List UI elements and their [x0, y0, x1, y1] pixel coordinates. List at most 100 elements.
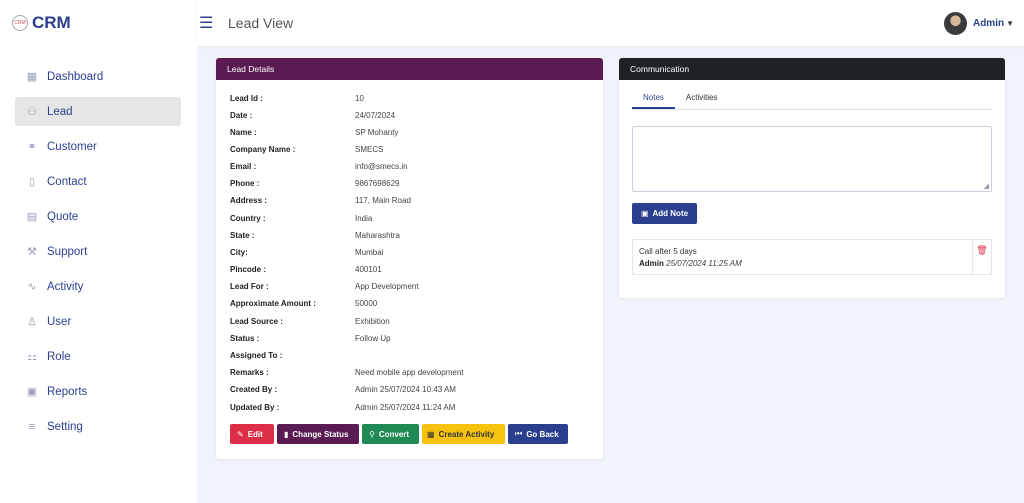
communication-header: Communication [619, 58, 1005, 80]
edit-button[interactable]: ✎ Edit [230, 424, 274, 444]
create-activity-button[interactable]: ▦ Create Activity [422, 424, 505, 444]
edit-button-label: Edit [247, 429, 263, 439]
user-menu[interactable]: Admin ▼ [943, 12, 1014, 35]
detail-row-lead-source: Lead Source : Exhibition [230, 317, 390, 329]
sidebar: CRM CRM ▦ Dashboard ⚇ Lead ⚭ Customer ▯ … [0, 0, 197, 503]
user-name: Admin [972, 18, 1005, 29]
detail-label: Date : [230, 111, 253, 120]
communication-tabs: Notes Activities [632, 88, 992, 110]
edit-icon: ✎ [237, 429, 244, 439]
detail-row-pincode: Pincode : 400101 [230, 265, 382, 277]
detail-label: Lead Id : [230, 94, 263, 103]
detail-value: 117, Main Road [355, 196, 411, 205]
people-icon: ⚭ [27, 141, 37, 153]
sidebar-item-contact[interactable]: ▯ Contact [15, 167, 181, 196]
sidebar-item-label: Activity [47, 280, 84, 293]
calendar-icon: ▦ [427, 429, 435, 439]
tools-icon: ⚒ [27, 246, 37, 258]
detail-label: Pincode : [230, 265, 267, 274]
sidebar-item-label: Support [47, 245, 88, 258]
detail-value: Follow Up [355, 334, 391, 343]
sidebar-item-customer[interactable]: ⚭ Customer [15, 132, 181, 161]
detail-label: Name : [230, 128, 257, 137]
add-note-button[interactable]: ▣ Add Note [632, 203, 697, 224]
detail-label: Lead Source : [230, 317, 283, 326]
sidebar-item-user[interactable]: ♙ User [15, 307, 181, 336]
detail-label: State : [230, 231, 255, 240]
tab-activities[interactable]: Activities [675, 88, 729, 109]
sidebar-item-setting[interactable]: ≡ Setting [15, 412, 181, 441]
convert-button[interactable]: ⚲ Convert [362, 424, 419, 444]
note-body: Call after 5 days Admin 25/07/2024 11:25… [633, 240, 972, 274]
note-author: Admin [639, 259, 664, 268]
user-icon: ♙ [27, 316, 37, 328]
detail-row-remarks: Remarks : Need mobile app development [230, 368, 464, 380]
convert-button-label: Convert [378, 429, 410, 439]
bar-chart-icon: ▮ [284, 429, 289, 439]
grid-icon: ▦ [26, 71, 38, 83]
detail-value: 9867698629 [355, 179, 400, 188]
list-icon: ≡ [28, 420, 36, 433]
change-status-button-label: Change Status [292, 429, 349, 439]
sidebar-item-activity[interactable]: ∿ Activity [15, 272, 181, 301]
rewind-icon: ⏮ [515, 429, 523, 438]
sidebar-item-lead[interactable]: ⚇ Lead [15, 97, 181, 126]
detail-value: Need mobile app development [355, 368, 464, 377]
sidebar-item-label: Lead [47, 105, 73, 118]
sidebar-item-label: Customer [47, 140, 97, 153]
sidebar-item-label: Quote [47, 210, 79, 223]
sidebar-item-dashboard[interactable]: ▦ Dashboard [15, 62, 181, 91]
detail-value: App Development [355, 282, 419, 291]
menu-toggle-icon[interactable]: ☰ [199, 13, 217, 33]
detail-label: Remarks : [230, 368, 269, 377]
detail-row-phone: Phone : 9867698629 [230, 179, 400, 191]
go-back-button[interactable]: ⏮ Go Back [508, 424, 568, 444]
detail-row-company: Company Name : SMECS [230, 145, 383, 157]
sidebar-item-quote[interactable]: ▤ Quote [15, 202, 181, 231]
resize-handle-icon[interactable]: ◢ [984, 182, 989, 190]
hierarchy-icon: ⚏ [27, 351, 37, 363]
detail-value: Admin 25/07/2024 11:24 AM [355, 403, 456, 412]
detail-label: Address : [230, 196, 267, 205]
topbar: ☰ Lead View Admin ▼ [197, 0, 1024, 46]
detail-row-date: Date : 24/07/2024 [230, 111, 395, 123]
sidebar-item-label: Reports [47, 385, 88, 398]
detail-label: City: [230, 248, 248, 257]
lead-details-card: Lead Details Lead Id : 10 Date : 24/07/2… [216, 58, 603, 459]
sidebar-item-role[interactable]: ⚏ Role [15, 342, 181, 371]
detail-row-city: City: Mumbai [230, 248, 383, 260]
create-activity-button-label: Create Activity [438, 429, 495, 439]
note-textarea[interactable]: ◢ [632, 126, 992, 192]
detail-row-country: Country : India [230, 214, 372, 226]
detail-row-assigned-to: Assigned To : [230, 351, 355, 363]
detail-value: Maharashtra [355, 231, 400, 240]
change-status-button[interactable]: ▮ Change Status [277, 424, 359, 444]
sidebar-item-support[interactable]: ⚒ Support [15, 237, 181, 266]
detail-row-email: Email : info@smecs.in [230, 162, 408, 174]
page-title: Lead View [228, 15, 294, 31]
detail-label: Status : [230, 334, 260, 343]
user-convert-icon: ⚲ [369, 429, 375, 439]
sidebar-item-label: Role [47, 350, 71, 363]
detail-value: Exhibition [355, 317, 390, 326]
sidebar-item-reports[interactable]: ▣ Reports [15, 377, 181, 406]
brand[interactable]: CRM CRM [0, 0, 197, 46]
detail-row-created-by: Created By : Admin 25/07/2024 10:43 AM [230, 385, 456, 397]
communication-card: Communication Notes Activities ◢ ▣ Add N… [619, 58, 1005, 298]
detail-value: SMECS [355, 145, 384, 154]
add-note-button-label: Add Note [652, 209, 689, 218]
detail-label: Phone : [230, 179, 260, 188]
detail-value: Admin 25/07/2024 10:43 AM [355, 385, 456, 394]
detail-row-updated-by: Updated By : Admin 25/07/2024 11:24 AM [230, 403, 455, 415]
sidebar-item-label: Setting [47, 420, 83, 433]
note-text: Call after 5 days [639, 247, 697, 256]
tab-notes[interactable]: Notes [632, 88, 675, 109]
sidebar-item-label: Dashboard [47, 70, 104, 83]
detail-value: info@smecs.in [355, 162, 408, 171]
detail-label: Country : [230, 214, 266, 223]
detail-value: 400101 [355, 265, 382, 274]
trash-icon[interactable]: 🗑 [972, 240, 991, 274]
detail-value: SP Mohanty [355, 128, 399, 137]
detail-value: 50000 [355, 299, 378, 308]
detail-label: Updated By : [230, 403, 280, 412]
